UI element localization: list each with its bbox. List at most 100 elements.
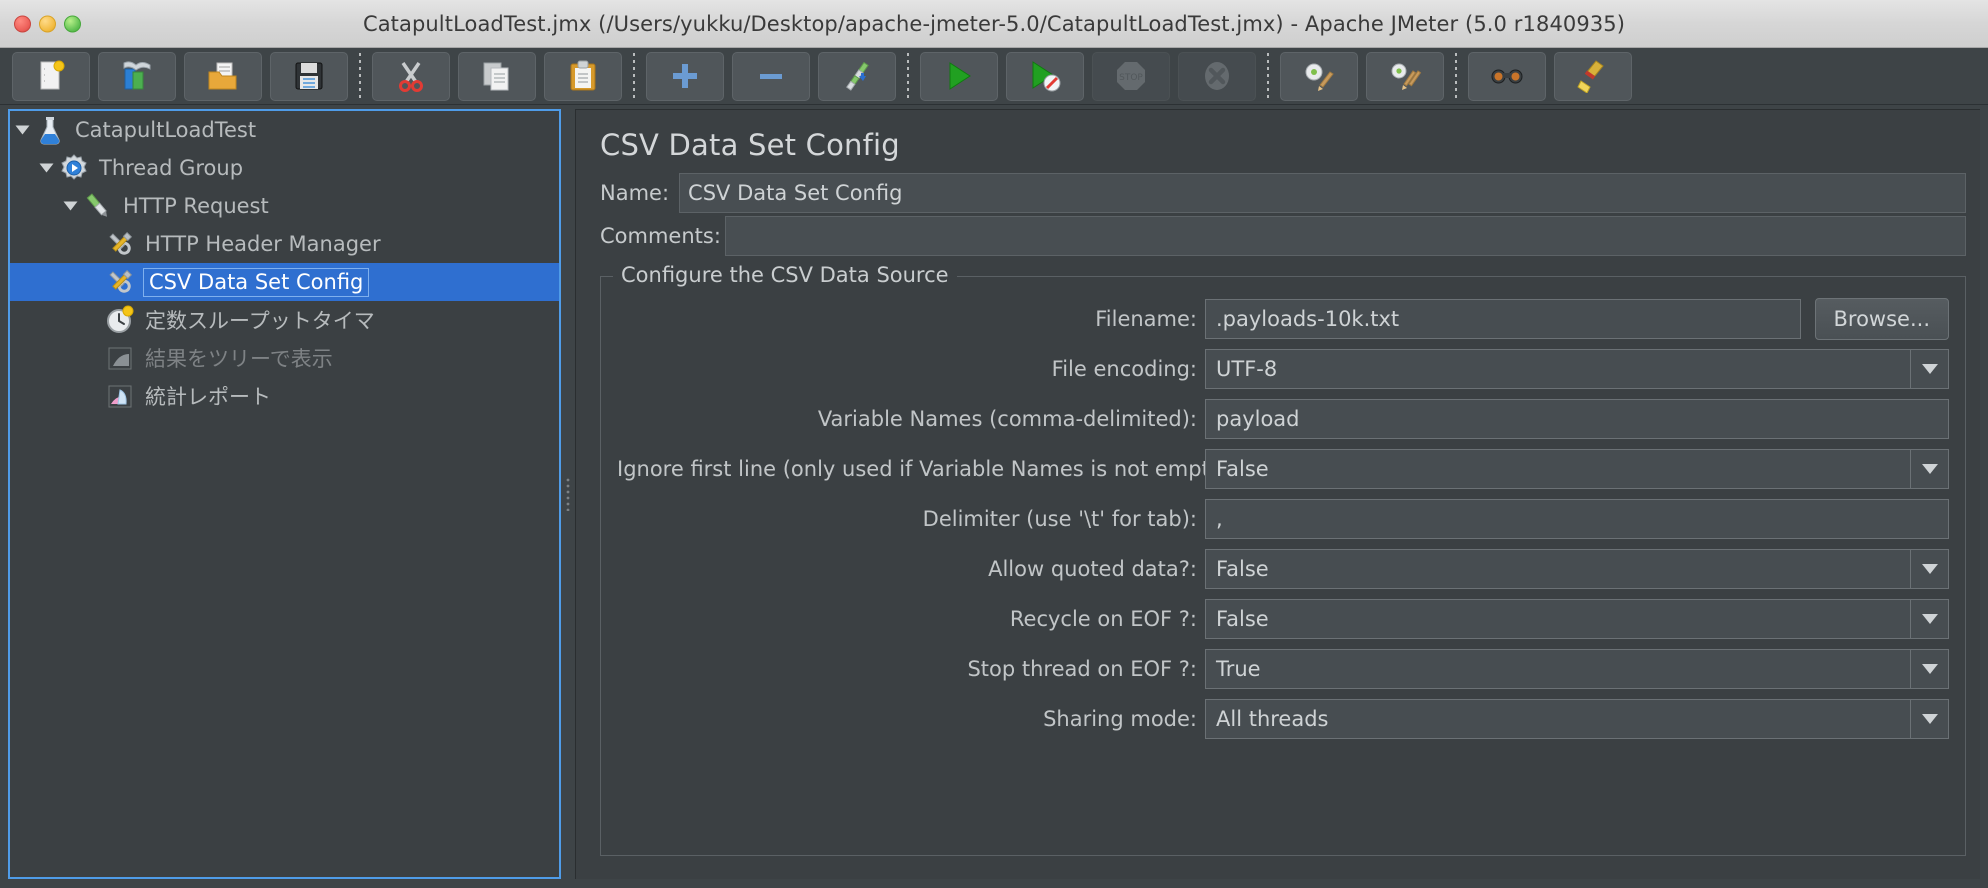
svg-text:STOP: STOP [1119,73,1143,83]
templates-icon [123,61,151,90]
stop-thread-on-eof-select[interactable]: True [1205,649,1949,689]
delimiter-label: Delimiter (use '\t' for tab): [922,507,1197,531]
reset-search-button[interactable] [1554,51,1632,101]
workspace: CatapultLoadTest Thread Group HTTP Reque… [0,105,1988,888]
new-button[interactable] [12,51,90,101]
close-window-button[interactable] [14,15,31,32]
tree-item-label: HTTP Request [123,194,269,218]
tree-item-summary-report[interactable]: 統計レポート [10,377,559,415]
stop-thread-on-eof-value: True [1216,657,1261,681]
name-row: Name: CSV Data Set Config [600,172,1966,214]
comments-input[interactable] [724,216,1966,256]
open-button[interactable] [184,51,262,101]
field-row-ignore-first-line: Ignore first line (only used if Variable… [617,449,1949,489]
field-row-stop-thread-on-eof: Stop thread on EOF ?: True [617,649,1949,689]
tree-item-csv-data-set-config[interactable]: CSV Data Set Config [10,263,559,301]
thread-group-icon [61,154,87,180]
toolbar-separator [359,53,361,99]
shutdown-button[interactable] [1178,51,1256,101]
ignore-first-line-select[interactable]: False [1205,449,1949,489]
clear-all-icon [1391,63,1422,90]
tree-item-http-request[interactable]: HTTP Request [10,187,559,225]
chevron-down-icon[interactable] [1910,600,1948,638]
sharing-mode-select[interactable]: All threads [1205,699,1949,739]
configure-csv-data-source-group: Configure the CSV Data Source Filename: … [600,263,1966,856]
cut-icon [399,62,423,92]
chevron-down-icon[interactable] [15,125,30,135]
tree-item-thread-group[interactable]: Thread Group [10,149,559,187]
clear-button[interactable] [1280,51,1358,101]
toolbar-separator [633,53,635,99]
start-no-pauses-icon [1032,61,1061,92]
file-encoding-label: File encoding: [1051,357,1197,381]
allow-quoted-data-control: False [1205,549,1949,589]
cut-button[interactable] [372,51,450,101]
toggle-button[interactable] [818,51,896,101]
http-request-icon [86,193,107,217]
field-row-recycle-on-eof: Recycle on EOF ?: False [617,599,1949,639]
tree-item-label: 結果をツリーで表示 [145,347,333,371]
field-row-variable-names: Variable Names (comma-delimited): payloa… [617,399,1949,439]
sharing-mode-control: All threads [1205,699,1949,739]
window-title: CatapultLoadTest.jmx (/Users/yukku/Deskt… [362,11,1626,36]
comments-label: Comments: [600,224,721,248]
config-element-icon [109,231,133,255]
collapse-all-button[interactable] [732,51,810,101]
chevron-down-icon[interactable] [1910,450,1948,488]
recycle-on-eof-select[interactable]: False [1205,599,1949,639]
stop-thread-on-eof-control: True [1205,649,1949,689]
tree-item-label: HTTP Header Manager [145,232,381,256]
recycle-on-eof-control: False [1205,599,1949,639]
chevron-down-icon[interactable] [63,201,78,211]
allow-quoted-data-select[interactable]: False [1205,549,1949,589]
maximize-window-button[interactable] [64,15,81,32]
tree-item-view-results-tree[interactable]: 結果をツリーで表示 [10,339,559,377]
window-controls[interactable] [14,15,81,32]
start-button[interactable] [920,51,998,101]
save-icon [295,62,323,90]
stop-thread-on-eof-label: Stop thread on EOF ?: [967,657,1197,681]
ignore-first-line-control: False [1205,449,1949,489]
tree-item-constant-throughput-timer[interactable]: 定数スループットタイマ [10,301,559,339]
chevron-down-icon[interactable] [1910,700,1948,738]
browse-button[interactable]: Browse... [1814,298,1949,340]
search-button[interactable] [1468,51,1546,101]
tree-item-catapultloadtest[interactable]: CatapultLoadTest [10,111,559,149]
shutdown-icon [1205,62,1229,90]
minimize-window-button[interactable] [39,15,56,32]
field-row-file-encoding: File encoding: UTF-8 [617,349,1949,389]
stop-button[interactable]: STOP [1092,51,1170,101]
copy-button[interactable] [458,51,536,101]
open-icon [208,62,237,90]
variable-names-control: payload [1205,399,1949,439]
splitter-grip-icon[interactable] [564,477,572,511]
start-no-pauses-button[interactable] [1006,51,1084,101]
chevron-down-icon[interactable] [1910,550,1948,588]
start-icon [949,62,971,90]
collapse-all-icon [760,74,782,79]
chevron-down-icon[interactable] [1910,650,1948,688]
config-element-icon [109,269,133,293]
test-plan-tree[interactable]: CatapultLoadTest Thread Group HTTP Reque… [8,109,561,879]
chevron-down-icon[interactable] [39,163,54,173]
panel-splitter[interactable] [561,109,575,879]
save-button[interactable] [270,51,348,101]
name-input[interactable]: CSV Data Set Config [679,173,1966,213]
expand-all-icon [673,64,697,88]
paste-button[interactable] [544,51,622,101]
clear-all-button[interactable] [1366,51,1444,101]
chevron-down-icon[interactable] [1910,350,1948,388]
file-encoding-value: UTF-8 [1216,357,1278,381]
templates-button[interactable] [98,51,176,101]
tree-item-http-header-manager[interactable]: HTTP Header Manager [10,225,559,263]
delimiter-input[interactable]: , [1205,499,1949,539]
field-row-filename: Filename: .payloads-10k.txt Browse... [617,298,1949,340]
variable-names-label: Variable Names (comma-delimited): [817,407,1197,431]
file-encoding-select[interactable]: UTF-8 [1205,349,1949,389]
stop-icon: STOP [1117,62,1145,90]
expand-all-button[interactable] [646,51,724,101]
filename-input[interactable]: .payloads-10k.txt [1205,299,1801,339]
variable-names-input[interactable]: payload [1205,399,1949,439]
csv-data-set-config-panel: CSV Data Set Config Name: CSV Data Set C… [575,109,1980,879]
summary-report-icon [108,385,132,408]
